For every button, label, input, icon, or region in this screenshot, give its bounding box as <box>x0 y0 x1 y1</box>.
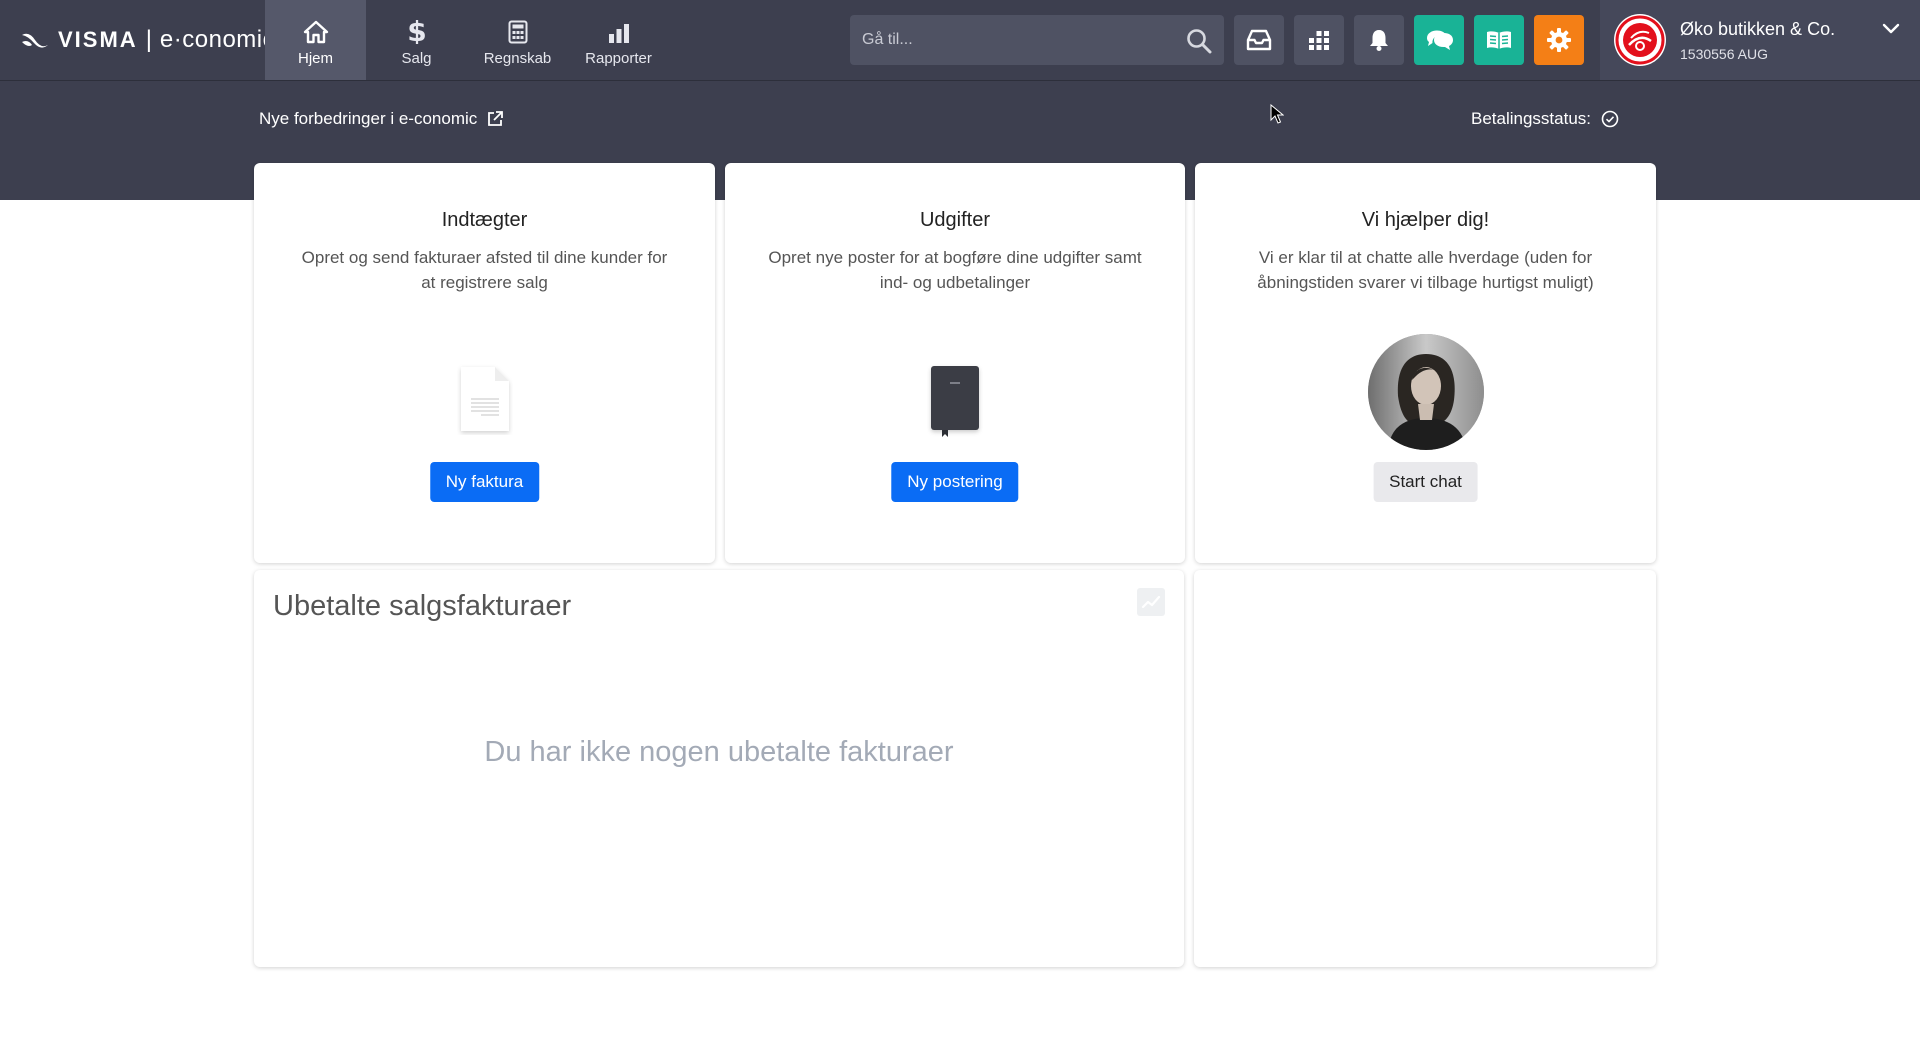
new-invoice-button[interactable]: Ny faktura <box>429 462 540 502</box>
empty-widget-card <box>1194 570 1656 967</box>
bell-icon <box>1370 30 1388 51</box>
search-icon[interactable] <box>1186 28 1212 59</box>
notifications-button[interactable] <box>1354 15 1404 65</box>
ledger-book-icon <box>931 366 979 437</box>
start-chat-button[interactable]: Start chat <box>1373 462 1478 502</box>
expenses-card-description: Opret nye poster for at bogføre dine udg… <box>768 248 1142 292</box>
income-card: Indtægter Opret og send fakturaer afsted… <box>254 163 715 563</box>
book-icon <box>1487 31 1511 49</box>
invoice-illustration <box>254 363 715 435</box>
unpaid-invoices-card: Ubetalte salgsfakturaer Du har ikke noge… <box>254 570 1184 967</box>
nav-item-hjem[interactable]: Hjem <box>265 0 366 80</box>
nav-item-label: Hjem <box>297 49 333 67</box>
main-nav: Hjem $ Salg Regnskab Rapporter <box>265 0 669 80</box>
nav-item-label: Rapporter <box>585 49 652 67</box>
bar-chart-icon <box>608 14 630 44</box>
help-button[interactable] <box>1474 15 1524 65</box>
apps-grid-icon <box>1309 31 1329 50</box>
person-portrait-icon <box>1367 334 1484 450</box>
payment-status-label: Betalingsstatus: <box>1471 109 1592 128</box>
account-info: Øko butikken & Co. 1530556 AUG <box>1680 19 1835 62</box>
company-name: Øko butikken & Co. <box>1680 18 1836 39</box>
nav-item-rapporter[interactable]: Rapporter <box>568 0 669 80</box>
ledger-illustration <box>725 363 1185 437</box>
agreement-number: 1530556 AUG <box>1680 45 1768 62</box>
income-card-title: Indtægter <box>441 209 528 231</box>
svg-text:$: $ <box>407 16 426 44</box>
nav-item-salg[interactable]: $ Salg <box>366 0 467 80</box>
chat-bubbles-icon <box>1427 30 1453 50</box>
visma-wordmark: VISMA <box>58 27 138 52</box>
unpaid-invoices-title: Ubetalte salgsfakturaer <box>273 590 572 622</box>
search-input[interactable] <box>850 15 1170 65</box>
payment-status[interactable]: Betalingsstatus: <box>1471 109 1619 129</box>
new-entry-button[interactable]: Ny postering <box>891 462 1019 502</box>
news-link[interactable]: Nye forbedringer i e-conomic <box>259 109 504 129</box>
chart-toggle-button[interactable] <box>1137 588 1165 616</box>
document-icon <box>460 367 509 431</box>
company-logo <box>1614 14 1666 66</box>
product-name: e·conomic <box>159 26 276 53</box>
support-agent-avatar <box>1367 334 1484 450</box>
nav-item-label: Salg <box>401 49 432 67</box>
dollar-icon: $ <box>407 14 427 44</box>
inbox-icon <box>1246 29 1272 51</box>
nav-item-regnskab[interactable]: Regnskab <box>467 0 568 80</box>
visma-economic-logo[interactable]: VISMA | e·conomic <box>20 0 275 80</box>
mouse-cursor-icon <box>1270 104 1284 124</box>
settings-button[interactable] <box>1534 15 1584 65</box>
news-link-label: Nye forbedringer i e-conomic <box>259 109 478 128</box>
chat-button[interactable] <box>1414 15 1464 65</box>
top-navigation-bar: VISMA | e·conomic Hjem $ Salg Regnskab R… <box>0 0 1920 81</box>
help-card-title: Vi hjælper dig! <box>1361 209 1490 231</box>
expenses-card: Udgifter Opret nye poster for at bogføre… <box>725 163 1185 563</box>
help-card: Vi hjælper dig! Vi er klar til at chatte… <box>1195 163 1656 563</box>
unpaid-invoices-empty-message: Du har ikke nogen ubetalte fakturaer <box>484 736 954 768</box>
nav-item-label: Regnskab <box>483 49 552 67</box>
expenses-card-title: Udgifter <box>919 209 991 231</box>
inbox-button[interactable] <box>1234 15 1284 65</box>
apps-button[interactable] <box>1294 15 1344 65</box>
search-box <box>850 15 1224 65</box>
help-card-description: Vi er klar til at chatte alle hverdage (… <box>1257 248 1594 292</box>
support-agent-photo <box>1195 334 1656 450</box>
check-circle-icon <box>1601 110 1619 128</box>
calculator-icon <box>508 14 528 44</box>
external-link-icon <box>488 111 504 126</box>
gear-icon <box>1547 28 1571 52</box>
logo-separator: | <box>145 26 152 53</box>
account-switcher[interactable]: Øko butikken & Co. 1530556 AUG <box>1600 0 1920 80</box>
line-chart-icon <box>1141 595 1161 609</box>
income-card-description: Opret og send fakturaer afsted til dine … <box>301 248 668 292</box>
home-icon <box>303 14 329 44</box>
company-seal-icon <box>1615 15 1665 65</box>
chevron-down-icon <box>1882 22 1900 40</box>
visma-swoosh-icon <box>22 33 48 48</box>
